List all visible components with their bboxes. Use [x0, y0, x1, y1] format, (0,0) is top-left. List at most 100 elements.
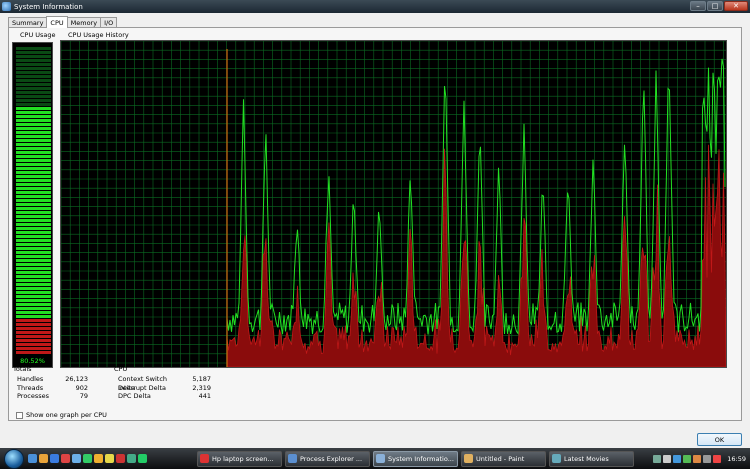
meter-segment [16, 67, 51, 70]
meter-segment [16, 227, 51, 230]
media-icon[interactable] [61, 454, 70, 463]
one-graph-per-cpu-checkbox[interactable]: Show one graph per CPU [16, 411, 107, 419]
start-button[interactable] [4, 448, 24, 469]
meter-segment [16, 343, 51, 346]
meter-segment [16, 351, 51, 354]
totals-heading: Totals [13, 365, 32, 373]
window-title: System Information [14, 2, 83, 11]
app-icon[interactable] [138, 454, 147, 463]
tray-app-icon[interactable] [703, 454, 712, 463]
folder-icon[interactable] [39, 454, 48, 463]
meter-segment [16, 207, 51, 210]
taskbar-button[interactable]: Process Explorer ... [285, 450, 370, 467]
meter-segment [16, 147, 51, 150]
ok-button[interactable]: OK [697, 433, 742, 446]
meter-segment [16, 175, 51, 178]
meter-segment [16, 47, 51, 50]
meter-segment [16, 191, 51, 194]
meter-segment [16, 187, 51, 190]
totals-row: Processes 79 [17, 392, 88, 400]
meter-segment [16, 319, 51, 322]
clock[interactable]: 16:59 [727, 455, 746, 463]
maximize-button[interactable]: □ [707, 1, 723, 11]
meter-segment [16, 291, 51, 294]
meter-segment [16, 75, 51, 78]
meter-segment [16, 199, 51, 202]
meter-segment [16, 63, 51, 66]
meter-segment [16, 223, 51, 226]
cpu-history-label: CPU Usage History [68, 31, 129, 39]
meter-segment [16, 239, 51, 242]
network-icon[interactable] [653, 454, 662, 463]
app-icon [2, 2, 11, 11]
meter-segment [16, 347, 51, 350]
meter-segment [16, 243, 51, 246]
meter-segment [16, 51, 51, 54]
meter-segment [16, 83, 51, 86]
window-client: Summary CPU Memory I/O CPU Usage CPU Usa… [0, 13, 750, 448]
meter-segment [16, 299, 51, 302]
meter-segment [16, 115, 51, 118]
checkbox-box[interactable] [16, 411, 23, 419]
taskbar-button[interactable]: Latest Movies [549, 450, 634, 467]
meter-segment [16, 323, 51, 326]
meter-segment [16, 87, 51, 90]
meter-segment [16, 247, 51, 250]
totals-group: Totals Handles 26,123 Threads 902 Processe… [13, 365, 88, 401]
meter-segment [16, 271, 51, 274]
cpu-history-graph [60, 40, 727, 368]
meter-segment [16, 315, 51, 318]
vlc-icon[interactable] [94, 454, 103, 463]
tray-app-icon[interactable] [713, 454, 722, 463]
taskbar-button[interactable]: System Informatio... [373, 450, 458, 467]
meter-segment [16, 267, 51, 270]
speaker-icon[interactable] [663, 454, 672, 463]
desktop-icon[interactable] [28, 454, 37, 463]
totals-row: Threads 902 [17, 383, 88, 392]
totals-row: Handles 26,123 [17, 375, 88, 383]
checkbox-label: Show one graph per CPU [26, 411, 107, 419]
bluetooth-icon[interactable] [673, 454, 682, 463]
cpu-stats-group: CPU Context Switch Delta 5,187 Interrupt … [114, 365, 211, 401]
cpu-usage-percent: 80.52% [20, 357, 45, 365]
meter-segment [16, 331, 51, 334]
window-icon[interactable] [72, 454, 81, 463]
system-info-icon [376, 454, 385, 463]
paint-icon [464, 454, 473, 463]
meter-segment [16, 139, 51, 142]
app-icon[interactable] [116, 454, 125, 463]
meter-segment [16, 263, 51, 266]
app-icon[interactable] [83, 454, 92, 463]
cpu-history-plot [61, 41, 726, 367]
system-tray: 16:59 [649, 448, 750, 469]
tray-app-icon[interactable] [693, 454, 702, 463]
meter-segment [16, 311, 51, 314]
meter-segment [16, 79, 51, 82]
meter-segment [16, 283, 51, 286]
meter-segment [16, 179, 51, 182]
taskbar-button[interactable]: Untitled - Paint [461, 450, 546, 467]
meter-segment [16, 275, 51, 278]
tray-app-icon[interactable] [683, 454, 692, 463]
tab-cpu[interactable]: CPU [46, 16, 68, 28]
smiley-icon[interactable] [105, 454, 114, 463]
meter-segment [16, 167, 51, 170]
cpu-stats-row: DPC Delta 441 [118, 392, 211, 400]
meter-segment [16, 135, 51, 138]
cpu-usage-label: CPU Usage [20, 31, 56, 39]
process-explorer-icon [288, 454, 297, 463]
meter-segment [16, 203, 51, 206]
meter-segment [16, 303, 51, 306]
meter-segment [16, 295, 51, 298]
meter-segment [16, 55, 51, 58]
close-button[interactable]: ✕ [724, 1, 748, 11]
browser-icon[interactable] [50, 454, 59, 463]
meter-segment [16, 231, 51, 234]
meter-segment [16, 287, 51, 290]
meter-segment [16, 307, 51, 310]
minimize-button[interactable]: – [690, 1, 706, 11]
app-icon[interactable] [127, 454, 136, 463]
taskbar-button[interactable]: Hp laptop screen... [197, 450, 282, 467]
title-bar[interactable]: System Information – □ ✕ [0, 0, 750, 13]
meter-segment [16, 71, 51, 74]
